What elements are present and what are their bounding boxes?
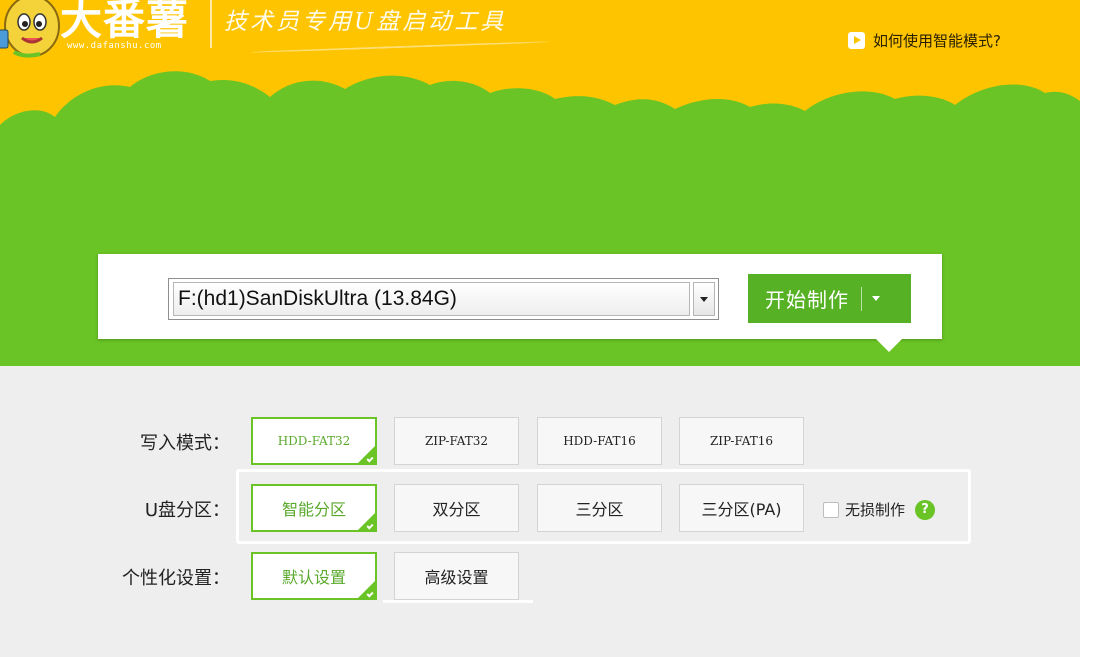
lossless-checkbox-box[interactable] [823,501,839,518]
partition-label: U盘分区： [144,500,230,521]
help-circle-icon[interactable]: ? [915,499,936,520]
logo-title: 大番薯 [60,0,190,44]
personalize-advanced[interactable]: 高级设置 [394,552,519,600]
write-mode-zip-fat16-label: ZIP-FAT16 [709,434,774,448]
partition-triple-pa-label: 三分区(PA) [701,500,782,519]
chevron-down-icon [700,296,708,302]
partition-smart-label: 智能分区 [281,500,346,519]
logo-divider [210,0,212,48]
write-mode-hdd-fat32[interactable]: HDD-FAT32 [251,417,377,465]
help-smart-mode-link[interactable]: 如何使用智能模式? [848,30,1001,51]
panel-notch [876,339,902,352]
check-corner-icon [366,590,374,598]
start-make-button[interactable]: 开始制作 [748,274,911,323]
personalize-default[interactable]: 默认设置 [251,552,377,600]
write-mode-hdd-fat16-label: HDD-FAT16 [563,434,636,448]
write-mode-label: 写入模式： [140,433,230,454]
partition-dual-label: 双分区 [432,500,481,519]
partition-triple-label: 三分区 [575,500,624,519]
drive-dropdown-button[interactable] [693,282,715,316]
start-dropdown-icon[interactable] [872,296,880,301]
drive-select[interactable]: F:(hd1)SanDiskUltra (13.84G) [168,278,719,320]
play-icon [848,32,865,49]
drive-select-value: F:(hd1)SanDiskUltra (13.84G) [178,287,457,310]
personalize-default-label: 默认设置 [281,568,346,587]
partition-triple[interactable]: 三分区 [537,484,662,532]
help-link-text: 如何使用智能模式? [873,32,1001,50]
write-mode-zip-fat32[interactable]: ZIP-FAT32 [394,417,519,465]
write-mode-hdd-fat16[interactable]: HDD-FAT16 [537,417,662,465]
lossless-checkbox[interactable]: 无损制作 ? [823,499,936,520]
logo-url: www.dafanshu.com [67,41,162,51]
cloud-hills [0,71,1080,165]
slogan: 技术员专用U盘启动工具 [224,9,507,35]
right-margin [1080,0,1096,657]
start-button-divider [861,286,862,311]
lossless-label: 无损制作 [845,501,906,519]
write-mode-zip-fat16[interactable]: ZIP-FAT16 [679,417,804,465]
partition-dual[interactable]: 双分区 [394,484,519,532]
personalize-advanced-label: 高级设置 [424,568,489,587]
start-make-label: 开始制作 [765,288,849,312]
top-edge-strip [850,0,970,2]
partition-smart[interactable]: 智能分区 [251,484,377,532]
write-mode-zip-fat32-label: ZIP-FAT32 [424,434,489,448]
drive-select-field: F:(hd1)SanDiskUltra (13.84G) [173,282,690,316]
check-corner-icon [366,522,374,530]
mascot-icon [0,0,60,58]
personalize-label: 个性化设置： [122,568,230,589]
write-mode-hdd-fat32-label: HDD-FAT32 [277,434,351,448]
personalize-underline [383,600,533,603]
check-corner-icon [366,455,374,463]
partition-triple-pa[interactable]: 三分区(PA) [679,484,804,532]
slogan-underline [250,40,550,54]
